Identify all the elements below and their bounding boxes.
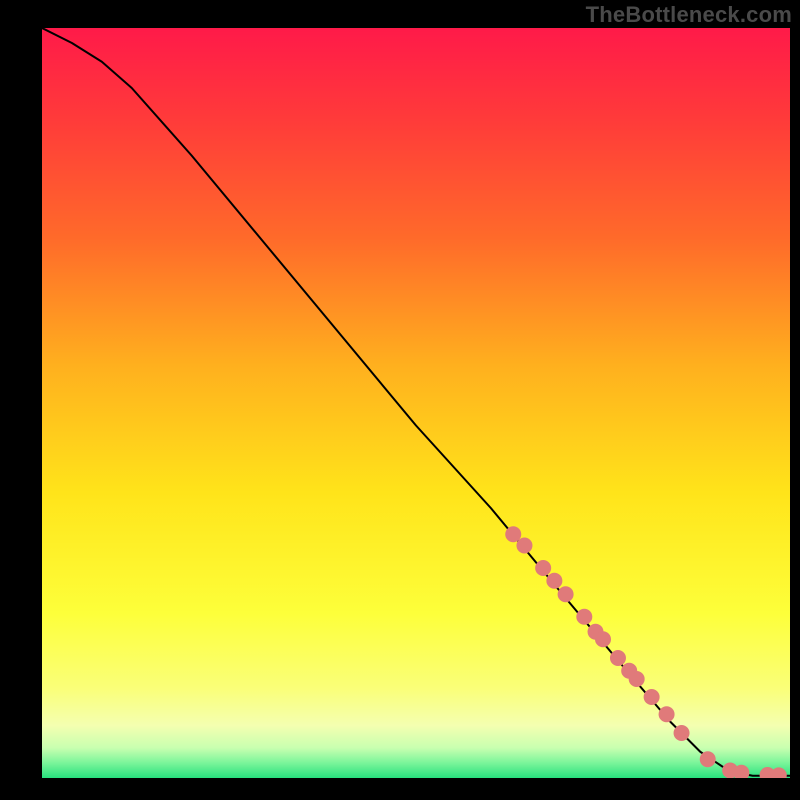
gradient-background bbox=[42, 28, 790, 778]
highlight-point bbox=[629, 671, 645, 687]
highlight-point bbox=[576, 609, 592, 625]
highlight-point bbox=[516, 538, 532, 554]
highlight-point bbox=[674, 725, 690, 741]
highlight-point bbox=[700, 751, 716, 767]
highlight-point bbox=[546, 573, 562, 589]
highlight-point bbox=[610, 650, 626, 666]
highlight-point bbox=[558, 586, 574, 602]
chart-frame: TheBottleneck.com bbox=[0, 0, 800, 800]
highlight-point bbox=[659, 706, 675, 722]
highlight-point bbox=[535, 560, 551, 576]
chart-svg bbox=[42, 28, 790, 778]
plot-area bbox=[42, 28, 790, 778]
highlight-point bbox=[644, 689, 660, 705]
highlight-point bbox=[595, 631, 611, 647]
watermark-label: TheBottleneck.com bbox=[586, 2, 792, 28]
